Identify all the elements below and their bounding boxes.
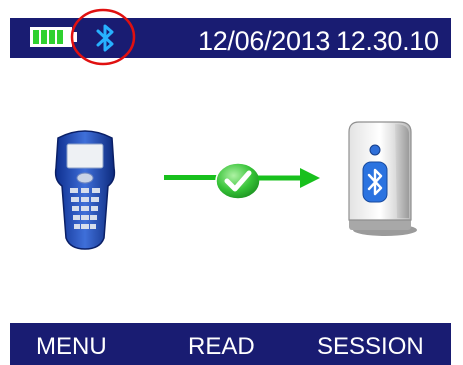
bluetooth-base-station-icon	[348, 121, 417, 236]
device-screen: 12/06/2013 12.30.10 MENU READ SESSION	[10, 0, 451, 365]
read-softkey[interactable]: READ	[188, 333, 255, 361]
menu-softkey[interactable]: MENU	[36, 333, 107, 361]
check-icon	[215, 162, 261, 200]
status-time: 12.30.10	[336, 26, 439, 56]
highlight-circle	[70, 8, 136, 66]
arrow-right-icon	[258, 168, 320, 188]
handheld-scanner-icon	[54, 130, 116, 250]
session-softkey[interactable]: SESSION	[317, 333, 424, 361]
status-date: 12/06/2013	[198, 26, 331, 56]
